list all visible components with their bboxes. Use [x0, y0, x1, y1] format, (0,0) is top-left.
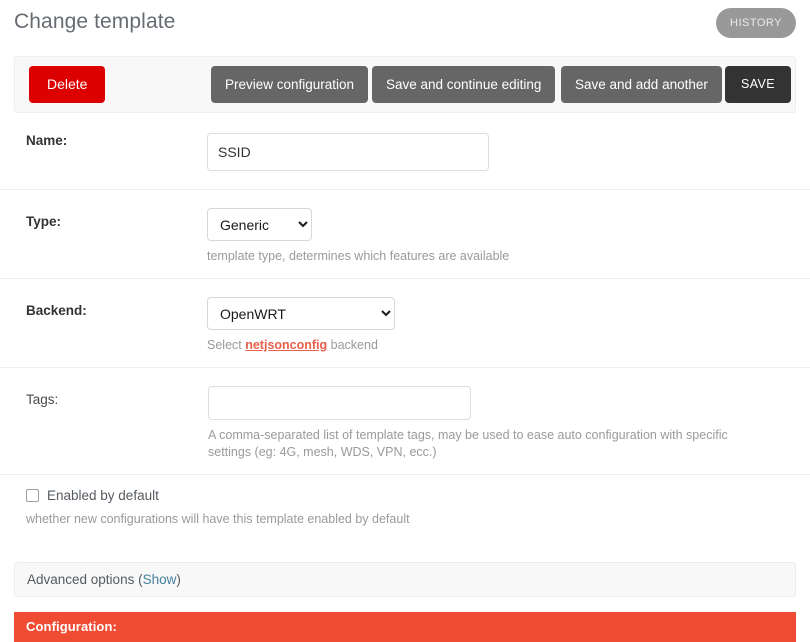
advanced-options-text-suffix: ): [176, 572, 181, 587]
backend-help-suffix: backend: [327, 338, 378, 352]
tags-help-text: A comma-separated list of template tags,…: [208, 428, 728, 459]
preview-configuration-button[interactable]: Preview configuration: [211, 66, 369, 103]
advanced-options-text-prefix: Advanced options (: [27, 572, 143, 587]
form-action-toolbar: Delete Preview configuration Save and co…: [14, 56, 796, 113]
name-label: Name:: [26, 133, 68, 148]
advanced-options-panel[interactable]: Advanced options (Show): [14, 562, 796, 597]
backend-help-prefix: Select: [207, 338, 246, 352]
type-label: Type:: [26, 214, 62, 229]
save-button[interactable]: SAVE: [725, 66, 792, 103]
type-help-text: template type, determines which features…: [207, 249, 510, 263]
delete-button[interactable]: Delete: [29, 66, 106, 103]
netjsonconfig-link[interactable]: netjsonconfig: [245, 338, 327, 352]
name-input[interactable]: [207, 133, 489, 171]
save-and-add-another-button[interactable]: Save and add another: [561, 66, 722, 103]
form-row-type: Type: Generic template type, determines …: [0, 189, 810, 278]
configuration-section-header: Configuration:: [14, 612, 796, 642]
tags-input[interactable]: [208, 386, 471, 420]
form-row-tags: Tags: A comma-separated list of template…: [0, 367, 810, 474]
backend-select[interactable]: OpenWRT: [207, 297, 395, 330]
form-row-backend: Backend: OpenWRT Select netjsonconfig ba…: [0, 278, 810, 367]
advanced-options-show-link[interactable]: Show: [143, 572, 177, 587]
enabled-by-default-checkbox[interactable]: [26, 489, 39, 502]
backend-label: Backend:: [26, 303, 87, 318]
enabled-by-default-help-text: whether new configurations will have thi…: [26, 512, 410, 526]
type-select[interactable]: Generic: [207, 208, 312, 241]
backend-help-text: Select netjsonconfig backend: [207, 337, 767, 354]
history-button[interactable]: HISTORY: [716, 8, 796, 38]
tags-label: Tags:: [26, 392, 59, 407]
form-row-name: Name:: [0, 113, 810, 189]
change-template-form: Name: Type: Generic template type, deter…: [0, 113, 810, 540]
form-row-enabled-by-default: Enabled by default whether new configura…: [0, 474, 810, 540]
enabled-by-default-label[interactable]: Enabled by default: [47, 488, 159, 503]
page-header: Change template HISTORY: [0, 0, 810, 46]
page-title: Change template: [14, 10, 176, 33]
save-and-continue-button[interactable]: Save and continue editing: [372, 66, 556, 103]
